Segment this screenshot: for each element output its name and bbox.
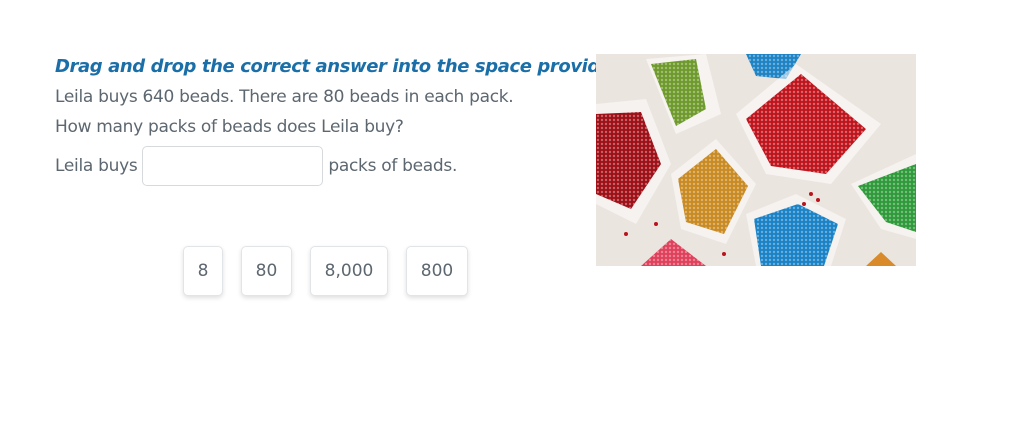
answer-sentence: Leila buys packs of beads. bbox=[55, 145, 457, 187]
question-line-2: How many packs of beads does Leila buy? bbox=[55, 117, 404, 137]
beads-illustration bbox=[596, 54, 916, 266]
option-tile[interactable]: 80 bbox=[241, 246, 292, 296]
option-tile[interactable]: 8,000 bbox=[310, 246, 388, 296]
answer-prefix: Leila buys bbox=[55, 156, 138, 176]
beads-photo bbox=[596, 54, 916, 266]
option-tile[interactable]: 800 bbox=[406, 246, 468, 296]
question-line-1: Leila buys 640 beads. There are 80 beads… bbox=[55, 87, 514, 107]
option-tile[interactable]: 8 bbox=[183, 246, 223, 296]
answer-suffix: packs of beads. bbox=[328, 156, 458, 176]
instruction-text: Drag and drop the correct answer into th… bbox=[55, 56, 631, 77]
answer-options: 8 80 8,000 800 bbox=[183, 246, 468, 296]
answer-drop-zone[interactable] bbox=[142, 146, 324, 186]
